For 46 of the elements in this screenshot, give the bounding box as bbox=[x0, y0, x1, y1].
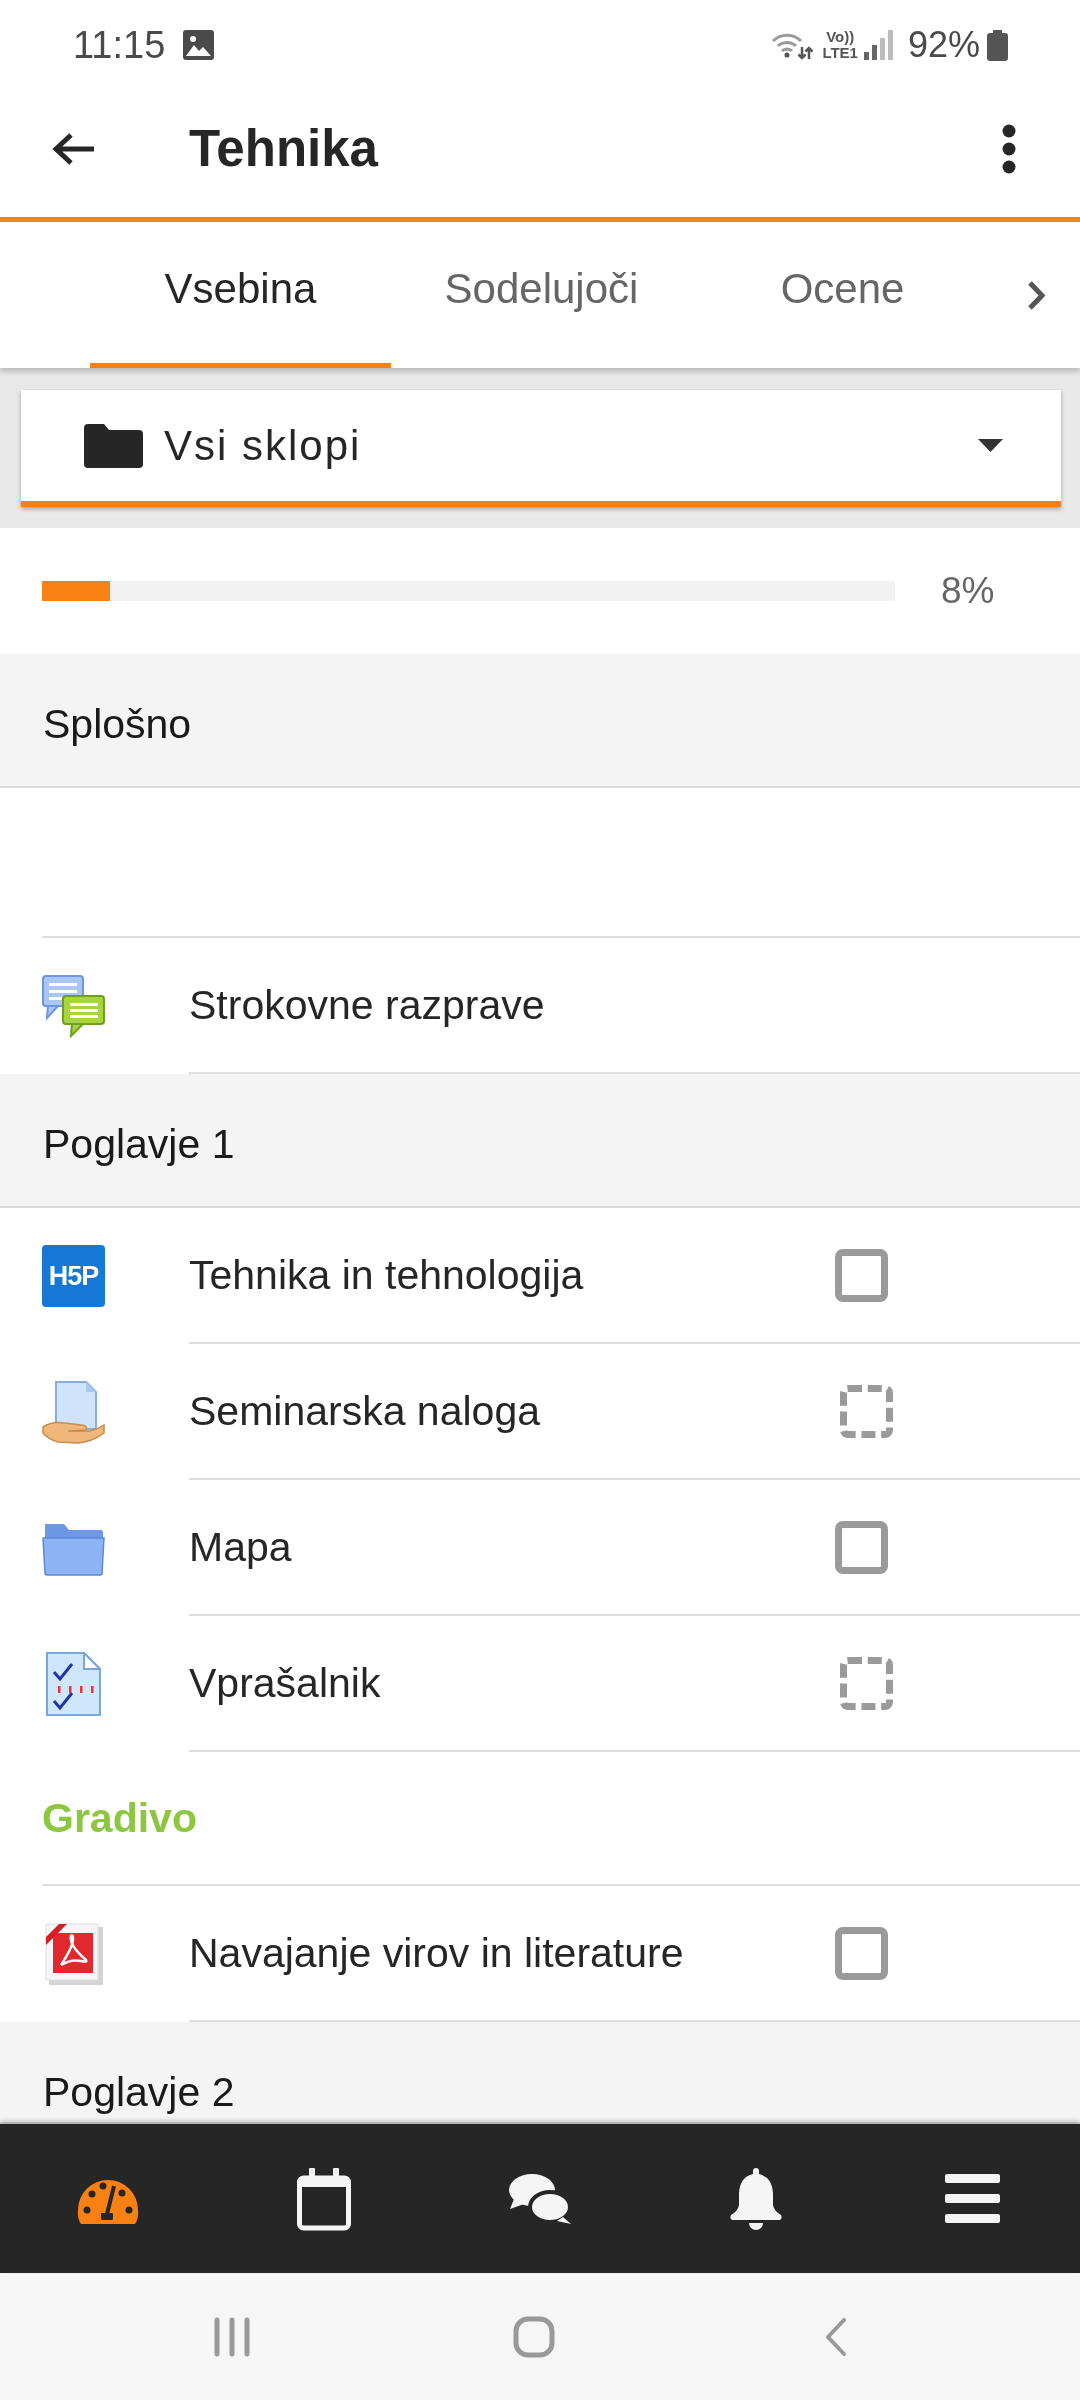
battery-icon bbox=[987, 29, 1008, 61]
completion-checkbox[interactable] bbox=[835, 1520, 888, 1574]
signal-icon bbox=[863, 30, 894, 60]
home-icon[interactable] bbox=[513, 2315, 555, 2358]
document-hand-icon bbox=[42, 1380, 105, 1444]
back-arrow-icon bbox=[50, 130, 96, 167]
completion-checkbox[interactable] bbox=[840, 1656, 893, 1710]
completion-checkbox[interactable] bbox=[835, 1248, 888, 1302]
section-dropdown[interactable]: Vsi sklopi bbox=[21, 390, 1061, 507]
bell-icon bbox=[728, 2166, 784, 2231]
network-type-label: LTE1 bbox=[822, 45, 858, 61]
activity-title[interactable]: Vprašalnik bbox=[189, 1659, 835, 1707]
more-vertical-icon bbox=[1002, 123, 1016, 174]
image-icon bbox=[183, 30, 215, 60]
activity-title[interactable]: Navajanje virov in literature bbox=[189, 1929, 835, 1977]
network-type-label: Vo)) bbox=[826, 29, 855, 45]
completion-checkbox[interactable] bbox=[835, 1926, 888, 1980]
back-icon[interactable] bbox=[824, 2316, 848, 2357]
menu-icon bbox=[944, 2174, 1000, 2223]
activity-title[interactable]: Tehnika in tehnologija bbox=[189, 1251, 835, 1299]
tab[interactable]: Sodelujoči bbox=[391, 222, 692, 368]
clock-text: 11:15 bbox=[73, 23, 166, 67]
pdf-document-icon bbox=[44, 1923, 103, 1985]
chat-bubbles-icon bbox=[42, 974, 105, 1038]
folder-icon bbox=[84, 423, 143, 468]
recents-icon[interactable] bbox=[213, 2316, 251, 2357]
activity-title[interactable]: Strokovne razprave bbox=[189, 981, 888, 1029]
tab[interactable]: Vsebina bbox=[90, 222, 391, 368]
back-button[interactable] bbox=[50, 130, 96, 167]
completion-checkbox[interactable] bbox=[840, 1384, 893, 1438]
calendar-icon bbox=[296, 2166, 352, 2231]
caret-down-icon bbox=[978, 439, 1003, 452]
section-header: Poglavje 2 bbox=[0, 2022, 1080, 2124]
h5p-logo: H5P bbox=[42, 1245, 105, 1307]
more-options-button[interactable] bbox=[1002, 123, 1016, 174]
activity-title[interactable]: Mapa bbox=[189, 1523, 835, 1571]
activity-title[interactable]: Seminarska naloga bbox=[189, 1387, 835, 1435]
tab[interactable]: Ocene bbox=[692, 222, 993, 368]
section-header: Splošno bbox=[0, 654, 1080, 788]
battery-percent: 92% bbox=[907, 24, 980, 66]
section-header: Poglavje 1 bbox=[0, 1074, 1080, 1208]
label-text: Gradivo bbox=[42, 1794, 197, 1842]
chat-icon bbox=[507, 2172, 573, 2225]
checklist-document-icon bbox=[46, 1652, 101, 1716]
progress-percent: 8% bbox=[941, 570, 995, 612]
page-title: Tehnika bbox=[189, 118, 380, 179]
